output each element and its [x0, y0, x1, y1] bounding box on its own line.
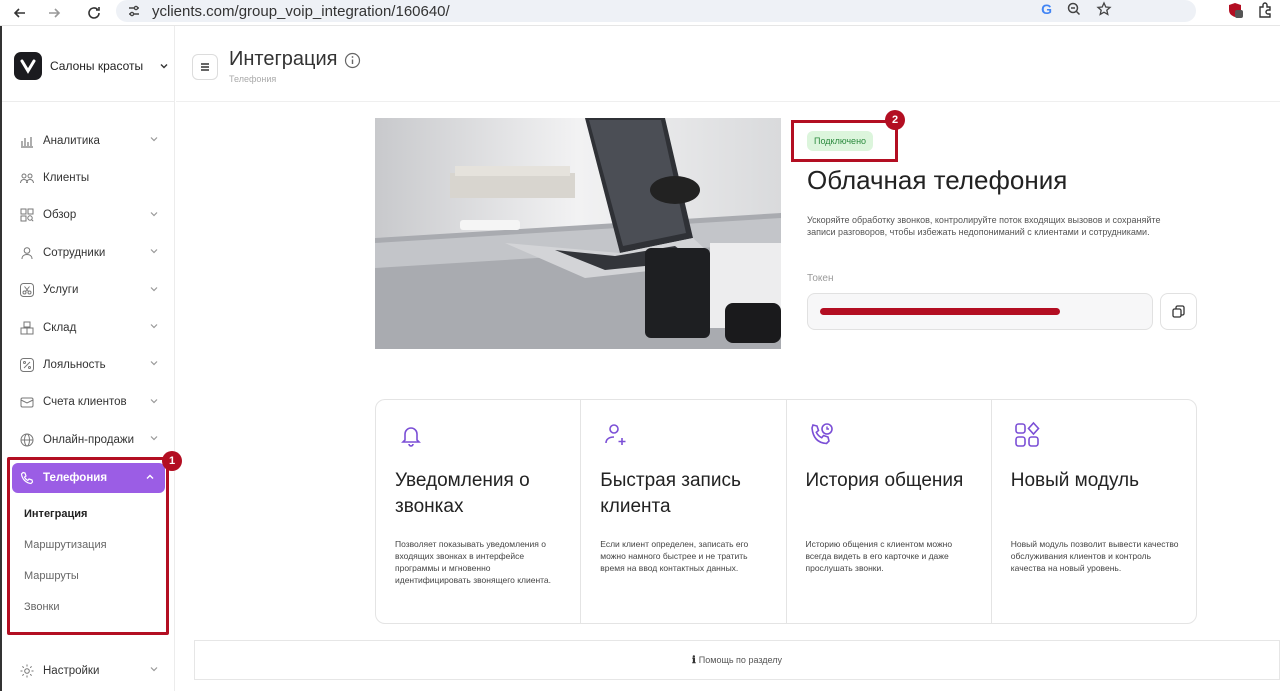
percent-icon: [18, 357, 35, 374]
chevron-down-icon: [160, 64, 168, 69]
sidebar-item-label: Услуги: [43, 284, 79, 297]
feature-card: Уведомления о звонках Позволяет показыва…: [376, 400, 582, 623]
chevron-down-icon: [150, 137, 158, 142]
token-field[interactable]: [807, 293, 1153, 330]
zoom-icon[interactable]: [1066, 1, 1082, 17]
page-title: Интеграция: [229, 48, 338, 70]
sidebar-item-services[interactable]: Услуги: [2, 272, 175, 309]
feature-title: Уведомления о звонках: [395, 470, 530, 517]
site-settings-icon[interactable]: [126, 3, 142, 19]
feature-title: История общения: [805, 470, 964, 491]
bell-icon: [401, 427, 421, 447]
info-small-icon: ℹ: [691, 654, 696, 666]
feature-title: Новый модуль: [1010, 470, 1140, 491]
help-section-link[interactable]: ℹ Помощь по разделу: [194, 640, 1280, 680]
chevron-down-icon: [150, 398, 158, 404]
feature-description: Историю общения с клиентом можно всегда …: [805, 539, 953, 573]
extensions-puzzle-icon[interactable]: [1256, 1, 1274, 19]
feature-card: Новый модуль Новый модуль позволит вывес…: [992, 400, 1196, 623]
annotation-box-status: [791, 120, 898, 162]
phone-history-icon: [810, 423, 833, 445]
chevron-down-icon: [150, 249, 158, 254]
help-label: Помощь по разделу: [698, 655, 782, 665]
sidebar-item-analytics[interactable]: Аналитика: [2, 122, 175, 159]
hamburger-icon: [201, 63, 209, 71]
hero-image: [375, 118, 781, 349]
sidebar-item-loyalty[interactable]: Лояльность: [2, 346, 175, 383]
feature-description: Если клиент определен, записать его можн…: [600, 539, 749, 573]
copy-token-button[interactable]: [1160, 293, 1197, 330]
annotation-box-telephony: [7, 457, 169, 635]
brand-name: Салоны красоты: [50, 59, 144, 73]
wallet-icon: [18, 394, 35, 411]
sidebar-item-label: Аналитика: [43, 134, 100, 147]
modules-icon: [1014, 421, 1040, 447]
arrow-right-icon: [49, 8, 61, 18]
copy-icon: [1172, 305, 1185, 318]
extension-shield-icon[interactable]: [1226, 1, 1244, 19]
annotation-badge-2: 2: [885, 110, 905, 130]
chevron-down-icon: [150, 324, 158, 329]
chevron-down-icon: [150, 211, 158, 217]
reload-icon: [88, 7, 100, 19]
address-bar[interactable]: yclients.com/group_voip_integration/1606…: [116, 0, 1196, 22]
features-panel: Уведомления о звонках Позволяет показыва…: [375, 399, 1197, 624]
user-icon: [18, 244, 35, 261]
sidebar-item-warehouse[interactable]: Склад: [2, 309, 175, 346]
google-icon[interactable]: G: [1041, 1, 1052, 17]
feature-card: Быстрая запись клиента Если клиент опред…: [581, 400, 787, 623]
scissors-icon: [18, 282, 35, 299]
url-text: yclients.com/group_voip_integration/1606…: [152, 2, 450, 20]
users-icon: [18, 170, 35, 187]
chevron-down-icon: [150, 286, 158, 291]
feature-title: Быстрая запись клиента: [600, 470, 741, 517]
sidebar-item-label: Лояльность: [43, 359, 106, 372]
sidebar-item-label: Онлайн-продажи: [43, 433, 134, 446]
boxes-icon: [18, 319, 35, 336]
feature-description: Новый модуль позволит вывести качество о…: [1010, 539, 1179, 573]
gear-icon: [18, 662, 35, 679]
sidebar-item-clients[interactable]: Клиенты: [2, 159, 175, 196]
globe-icon: [18, 431, 35, 448]
annotation-badge-1: 1: [162, 451, 182, 471]
sidebar-divider: [2, 101, 175, 102]
info-icon[interactable]: [344, 52, 361, 69]
token-label: Токен: [807, 273, 834, 284]
chevron-down-icon: [150, 436, 158, 441]
feature-card: История общения Историю общения с клиент…: [787, 400, 992, 623]
brand-logo: [14, 52, 42, 80]
forward-button[interactable]: [42, 1, 66, 25]
sidebar-item-label: Обзор: [43, 209, 77, 222]
sidebar-item-staff[interactable]: Сотрудники: [2, 234, 175, 271]
arrow-left-icon: [13, 8, 25, 18]
sidebar-item-label: Склад: [43, 321, 77, 334]
sidebar-item-label: Сотрудники: [43, 246, 106, 259]
chevron-down-icon: [150, 361, 158, 366]
grid-search-icon: [18, 207, 35, 224]
sidebar-item-label: Счета клиентов: [43, 396, 127, 409]
sidebar-item-online-sales[interactable]: Онлайн-продажи: [2, 421, 175, 458]
integration-description: Ускоряйте обработку звонков, контролируй…: [807, 215, 1161, 237]
sidebar-item-client-accounts[interactable]: Счета клиентов: [2, 384, 175, 421]
sidebar-item-settings[interactable]: Настройки: [2, 652, 175, 689]
reload-button[interactable]: [82, 1, 106, 25]
sidebar-item-overview[interactable]: Обзор: [2, 197, 175, 234]
page-header: Интеграция Телефония: [176, 26, 1280, 102]
browser-toolbar: yclients.com/group_voip_integration/1606…: [0, 0, 1280, 26]
sidebar-item-label: Клиенты: [43, 172, 90, 185]
logo-icon: [20, 59, 36, 74]
integration-title: Облачная телефония: [807, 165, 1068, 195]
feature-description: Позволяет показывать уведомления о входя…: [395, 539, 552, 585]
chevron-down-icon: [150, 667, 158, 672]
user-plus-icon: [605, 424, 626, 445]
menu-toggle-button[interactable]: [192, 54, 218, 80]
sidebar-item-label: Настройки: [43, 664, 100, 677]
brand-selector[interactable]: Салоны красоты: [14, 52, 169, 80]
chart-icon: [18, 132, 35, 149]
bookmark-star-icon[interactable]: [1096, 1, 1112, 17]
back-button[interactable]: [8, 1, 32, 25]
breadcrumb: Телефония: [229, 74, 277, 84]
token-redaction: [820, 308, 1060, 315]
